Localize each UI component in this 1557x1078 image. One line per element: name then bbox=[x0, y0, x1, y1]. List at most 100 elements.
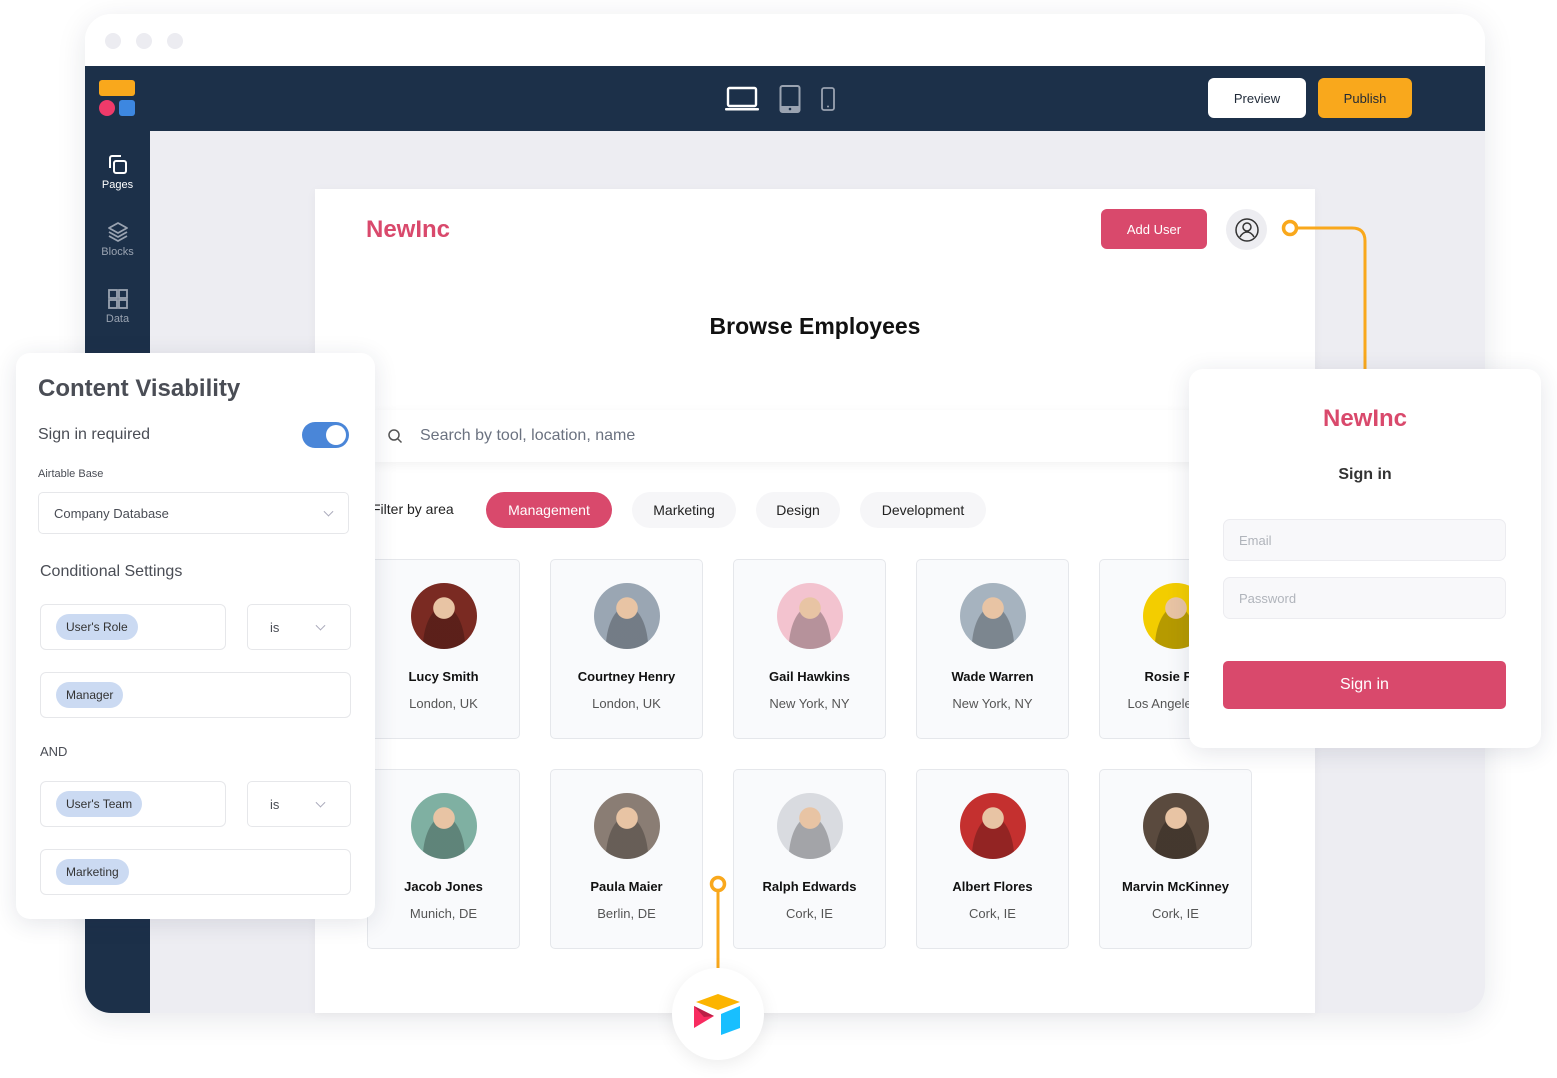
employee-name: Wade Warren bbox=[951, 669, 1034, 684]
employee-location: London, UK bbox=[592, 696, 661, 711]
employee-photo bbox=[410, 793, 477, 859]
email-field[interactable] bbox=[1223, 519, 1506, 561]
condition-value-input[interactable]: Marketing bbox=[40, 849, 351, 895]
employee-card[interactable]: Paula Maier Berlin, DE bbox=[550, 769, 703, 949]
sign-in-required-label: Sign in required bbox=[38, 426, 151, 443]
condition-value-tag: Marketing bbox=[56, 859, 129, 885]
chevron-down-icon bbox=[315, 797, 326, 808]
page-title: Browse Employees bbox=[709, 313, 921, 339]
condition-operator-select[interactable]: is bbox=[247, 781, 351, 827]
search-bar bbox=[373, 410, 1313, 462]
window-dot bbox=[105, 33, 121, 49]
condition-operator-value: is bbox=[270, 796, 280, 812]
employee-card[interactable]: Marvin McKinney Cork, IE bbox=[1099, 769, 1252, 949]
preview-button[interactable]: Preview bbox=[1208, 78, 1306, 118]
app-logo[interactable] bbox=[99, 80, 135, 116]
user-account-button[interactable] bbox=[1226, 209, 1267, 250]
employee-name: Ralph Edwards bbox=[762, 879, 857, 894]
laptop-icon[interactable] bbox=[725, 86, 759, 112]
sidebar-item-pages[interactable]: Pages bbox=[85, 153, 150, 191]
search-icon bbox=[388, 429, 403, 444]
grid-icon bbox=[107, 289, 128, 309]
add-user-button[interactable]: Add User bbox=[1101, 209, 1207, 249]
filter-chip-marketing[interactable]: Marketing bbox=[632, 492, 736, 528]
sidebar-item-label: Blocks bbox=[101, 246, 134, 258]
employee-card[interactable]: Courtney Henry London, UK bbox=[550, 559, 703, 739]
employee-photo bbox=[776, 793, 843, 859]
employee-location: Cork, IE bbox=[786, 906, 833, 921]
chevron-down-icon bbox=[323, 506, 334, 517]
condition-field-tag: User's Role bbox=[56, 614, 138, 640]
filter-chip-design[interactable]: Design bbox=[756, 492, 840, 528]
chevron-down-icon bbox=[315, 620, 326, 631]
employee-location: Cork, IE bbox=[1152, 906, 1199, 921]
employee-card[interactable]: Wade Warren New York, NY bbox=[916, 559, 1069, 739]
airtable-base-value: Company Database bbox=[54, 505, 169, 521]
tablet-icon[interactable] bbox=[779, 85, 801, 113]
employee-name: Gail Hawkins bbox=[769, 669, 850, 684]
page-preview: NewInc Add User Browse Employees Filter … bbox=[315, 189, 1315, 1013]
employee-location: Berlin, DE bbox=[597, 906, 656, 921]
filter-chip-development[interactable]: Development bbox=[860, 492, 986, 528]
airtable-integration-badge[interactable] bbox=[672, 968, 764, 1060]
window-dot bbox=[167, 33, 183, 49]
sign-in-required-toggle[interactable] bbox=[302, 422, 349, 448]
employee-photo bbox=[410, 583, 477, 649]
airtable-base-label: Airtable Base bbox=[38, 468, 104, 480]
employee-name: Paula Maier bbox=[590, 879, 663, 894]
device-switcher bbox=[725, 84, 835, 114]
employee-photo bbox=[1142, 793, 1209, 859]
publish-button[interactable]: Publish bbox=[1318, 78, 1412, 118]
signin-brand: NewInc bbox=[1322, 405, 1408, 432]
sidebar-item-data[interactable]: Data bbox=[85, 287, 150, 325]
condition-joiner: AND bbox=[40, 744, 68, 759]
employee-card[interactable]: Jacob Jones Munich, DE bbox=[367, 769, 520, 949]
window-dot bbox=[136, 33, 152, 49]
employee-card[interactable]: Ralph Edwards Cork, IE bbox=[733, 769, 886, 949]
employee-card[interactable]: Albert Flores Cork, IE bbox=[916, 769, 1069, 949]
employee-card[interactable]: Lucy Smith London, UK bbox=[367, 559, 520, 739]
employee-photo bbox=[776, 583, 843, 649]
layers-icon bbox=[107, 222, 128, 242]
condition-field-select[interactable]: User's Team bbox=[40, 781, 226, 827]
sign-in-button[interactable]: Sign in bbox=[1223, 661, 1506, 709]
condition-value-input[interactable]: Manager bbox=[40, 672, 351, 718]
employee-name: Courtney Henry bbox=[577, 669, 676, 684]
panel-title: Content Visability bbox=[38, 375, 241, 402]
sidebar-item-label: Pages bbox=[101, 179, 134, 191]
condition-value-tag: Manager bbox=[56, 682, 124, 708]
employee-location: London, UK bbox=[409, 696, 478, 711]
employee-name: Lucy Smith bbox=[408, 669, 479, 684]
user-icon bbox=[1234, 217, 1259, 242]
employee-card[interactable]: Gail Hawkins New York, NY bbox=[733, 559, 886, 739]
brand-logo[interactable]: NewInc bbox=[366, 216, 450, 244]
pages-icon bbox=[108, 155, 127, 174]
condition-operator-value: is bbox=[270, 619, 280, 635]
condition-field-tag: User's Team bbox=[56, 791, 143, 817]
content-visibility-panel: Content Visability Sign in required Airt… bbox=[16, 353, 375, 919]
employee-photo bbox=[959, 583, 1026, 649]
employee-location: Munich, DE bbox=[409, 906, 478, 921]
employee-name: Albert Flores bbox=[952, 879, 1033, 894]
employee-photo bbox=[593, 793, 660, 859]
employee-photo bbox=[959, 793, 1026, 859]
condition-operator-select[interactable]: is bbox=[247, 604, 351, 650]
employee-location: New York, NY bbox=[769, 696, 850, 711]
filter-chip-management[interactable]: Management bbox=[486, 492, 612, 528]
employee-name: Marvin McKinney bbox=[1122, 879, 1229, 894]
airtable-base-select[interactable]: Company Database bbox=[38, 492, 349, 534]
employee-location: New York, NY bbox=[952, 696, 1033, 711]
employee-location: Cork, IE bbox=[969, 906, 1016, 921]
sidebar-item-blocks[interactable]: Blocks bbox=[85, 220, 150, 258]
sign-in-panel: NewInc Sign in Sign in bbox=[1189, 369, 1541, 748]
condition-field-select[interactable]: User's Role bbox=[40, 604, 226, 650]
sidebar-item-label: Data bbox=[105, 313, 130, 325]
phone-icon[interactable] bbox=[821, 87, 835, 111]
window-titlebar bbox=[85, 14, 1485, 66]
employee-name: Jacob Jones bbox=[404, 879, 483, 894]
filter-label: Filter by area bbox=[372, 501, 454, 517]
employee-photo bbox=[593, 583, 660, 649]
password-field[interactable] bbox=[1223, 577, 1506, 619]
search-input[interactable] bbox=[420, 427, 1020, 445]
editor-topbar: Preview Publish bbox=[85, 66, 1485, 131]
